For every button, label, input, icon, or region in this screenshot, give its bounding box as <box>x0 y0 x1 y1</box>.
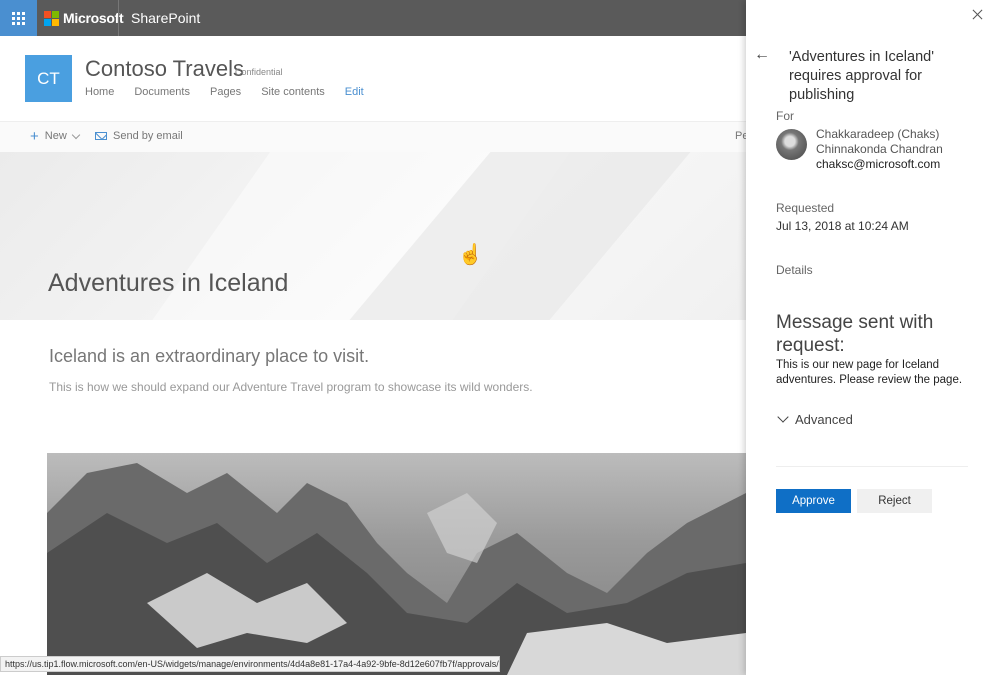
site-title[interactable]: Contoso Travels <box>85 56 244 82</box>
site-header: CT Contoso Travels Confidential Home Doc… <box>0 36 746 122</box>
new-button[interactable]: + New <box>30 127 81 145</box>
page-lead-text: Iceland is an extraordinary place to vis… <box>49 346 370 366</box>
advanced-label: Advanced <box>795 412 853 427</box>
nav-item-home[interactable]: Home <box>85 86 114 98</box>
approve-button[interactable]: Approve <box>776 489 851 513</box>
suite-divider <box>118 0 119 36</box>
nav-edit-link[interactable]: Edit <box>345 86 364 98</box>
nav-item-documents[interactable]: Documents <box>134 86 190 98</box>
site-classification-label: Confidential <box>235 67 283 77</box>
status-url-tooltip: https://us.tip1.flow.microsoft.com/en-US… <box>0 656 500 672</box>
approval-panel: ← 'Adventures in Iceland' requires appro… <box>746 0 999 675</box>
chevron-down-icon <box>777 411 789 423</box>
site-logo[interactable]: CT <box>25 55 72 102</box>
panel-divider <box>776 466 968 467</box>
nav-item-pages[interactable]: Pages <box>210 86 241 98</box>
site-nav: Home Documents Pages Site contents Edit <box>85 86 384 98</box>
microsoft-logo-icon <box>44 10 59 26</box>
mail-icon <box>95 132 107 140</box>
approval-title: 'Adventures in Iceland' requires approva… <box>789 49 934 103</box>
page-hero: Adventures in Iceland <box>0 152 746 320</box>
requested-label: Requested <box>776 201 835 215</box>
send-by-email-button[interactable]: Send by email <box>95 130 183 142</box>
page-body-text: This is how we should expand our Adventu… <box>49 380 533 394</box>
app-name-link[interactable]: SharePoint <box>131 10 200 26</box>
iceland-photo <box>47 453 746 675</box>
requester-name: Chakkaradeep (Chaks) Chinnakonda Chandra… <box>816 127 943 156</box>
page-title: Adventures in Iceland <box>48 269 289 297</box>
back-arrow-icon[interactable]: ← <box>754 46 770 64</box>
details-label: Details <box>776 263 813 277</box>
requested-date: Jul 13, 2018 at 10:24 AM <box>776 219 909 233</box>
requester-email[interactable]: chaksc@microsoft.com <box>816 157 940 171</box>
microsoft-logo[interactable]: Microsoft <box>44 10 124 26</box>
hand-cursor-icon: ☝ <box>458 244 483 266</box>
avatar <box>776 129 807 160</box>
chevron-down-icon <box>71 130 81 139</box>
message-body: This is our new page for Iceland adventu… <box>776 359 963 386</box>
reject-button[interactable]: Reject <box>857 489 932 513</box>
message-heading: Message sent with request: <box>776 312 934 356</box>
command-bar: + New Send by email Pe <box>0 122 748 152</box>
for-label: For <box>776 109 794 123</box>
plus-icon: + <box>30 127 39 145</box>
app-launcher-icon <box>12 11 25 25</box>
send-by-email-label: Send by email <box>113 130 183 142</box>
app-launcher-button[interactable] <box>0 0 37 36</box>
nav-item-site-contents[interactable]: Site contents <box>261 86 325 98</box>
advanced-toggle[interactable]: Advanced <box>776 411 853 427</box>
mountain-landscape-image <box>47 463 746 675</box>
new-button-label: New <box>44 130 67 142</box>
microsoft-brand-text: Microsoft <box>63 10 124 26</box>
suite-bar: Microsoft SharePoint <box>0 0 746 36</box>
close-icon[interactable] <box>971 8 985 22</box>
